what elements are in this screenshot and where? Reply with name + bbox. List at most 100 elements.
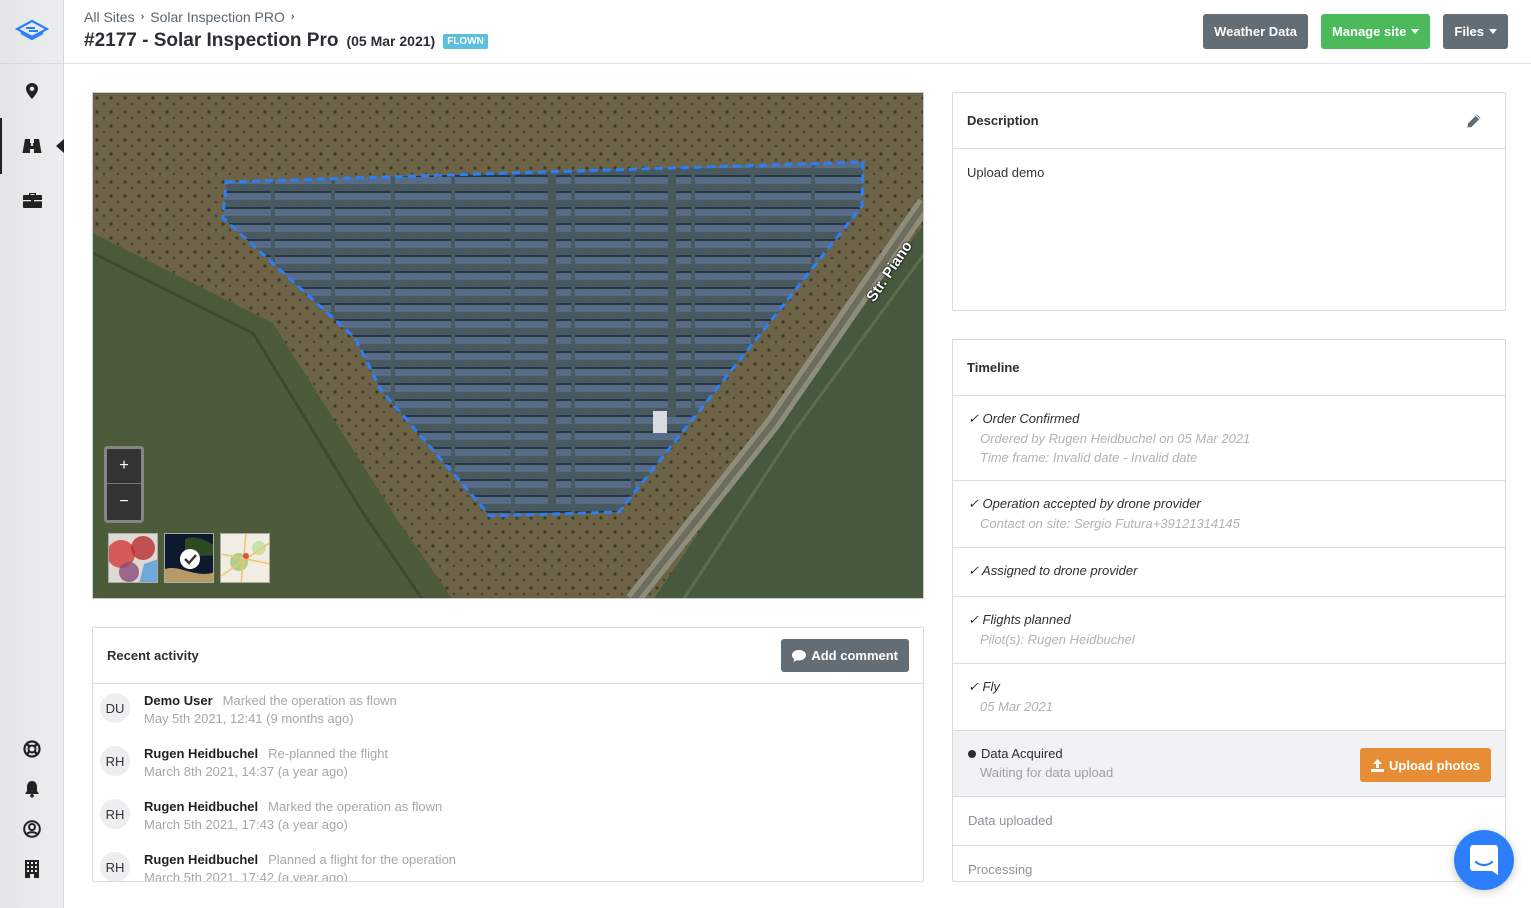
timeline-step-title: Data Acquired xyxy=(981,746,1063,761)
timeline-step-detail: Contact on site: Sergio Futura+391213141… xyxy=(980,516,1240,531)
caret-down-icon xyxy=(1489,29,1497,34)
operation-date: (05 Mar 2021) xyxy=(346,33,436,49)
caret-down-icon xyxy=(1411,29,1420,34)
app-logo[interactable] xyxy=(0,0,63,64)
check-icon: ✓ xyxy=(968,411,983,426)
timeline-step-detail: Pilot(s): Rugen Heidbuchel xyxy=(980,632,1135,647)
sidebar-item-organization[interactable] xyxy=(0,849,64,889)
activity-list: DU Demo User Marked the operation as flow… xyxy=(93,684,923,882)
upload-photos-button[interactable]: Upload photos xyxy=(1360,748,1491,782)
recent-activity-title: Recent activity xyxy=(107,648,199,663)
sidebar-item-portfolio[interactable] xyxy=(0,180,64,220)
sidebar xyxy=(0,0,64,908)
manage-site-button[interactable]: Manage site xyxy=(1320,14,1431,49)
page-title: #2177 - Solar Inspection Pro xyxy=(84,30,339,51)
activity-user: Rugen Heidbuchel xyxy=(144,746,259,761)
chevron-right-icon: › xyxy=(290,11,295,23)
timeline-step-title: Data uploaded xyxy=(968,813,1053,828)
check-icon: ✓ xyxy=(968,563,983,578)
layer-street[interactable] xyxy=(220,533,270,583)
chevron-right-icon: › xyxy=(140,11,145,23)
layer-satellite[interactable] xyxy=(164,533,214,583)
timeline-step: ✓ Order Confirmed Ordered by Rugen Heidb… xyxy=(953,396,1505,481)
avatar: RH xyxy=(100,852,130,881)
map-layer-switcher xyxy=(108,533,270,583)
timeline-title: Timeline xyxy=(967,360,1020,375)
add-comment-label: Add comment xyxy=(811,648,898,663)
binoculars-icon xyxy=(22,139,42,153)
timeline-step: ✓ Fly 05 Mar 2021 xyxy=(953,664,1505,731)
avatar: RH xyxy=(100,746,130,776)
breadcrumb-all-sites[interactable]: All Sites xyxy=(84,9,135,25)
bell-icon xyxy=(25,781,39,798)
timeline-step: ✓ Flights planned Pilot(s): Rugen Heidbu… xyxy=(953,597,1505,664)
breadcrumb-site[interactable]: Solar Inspection PRO xyxy=(150,9,285,25)
recent-activity-header: Recent activity Add comment xyxy=(93,628,923,684)
current-step-dot-icon xyxy=(968,750,976,758)
status-badge: FLOWN xyxy=(443,34,488,49)
timeline-step-title: Processing xyxy=(968,862,1033,877)
description-header: Description xyxy=(953,93,1505,149)
timeline-step-title: Operation accepted by drone provider xyxy=(982,496,1201,511)
activity-item: RH Rugen Heidbuchel Planned a flight for … xyxy=(93,843,923,882)
sidebar-item-notifications[interactable] xyxy=(0,769,64,809)
site-map[interactable]: Str. Piano + − xyxy=(92,92,924,599)
user-circle-icon xyxy=(23,820,41,838)
timeline-step-detail: 05 Mar 2021 xyxy=(980,699,1053,714)
timeline-step-pending: Processing xyxy=(953,846,1505,881)
activity-action: Marked the operation as flown xyxy=(222,693,397,708)
sidebar-item-operations[interactable] xyxy=(0,118,64,174)
files-label: Files xyxy=(1454,24,1484,39)
activity-user: Rugen Heidbuchel xyxy=(144,852,259,867)
activity-user: Demo User xyxy=(144,693,213,708)
sidebar-item-profile[interactable] xyxy=(0,809,64,849)
layer-hazard[interactable] xyxy=(108,533,158,583)
title-row: #2177 - Solar Inspection Pro (05 Mar 202… xyxy=(84,30,488,52)
recent-activity-panel: Recent activity Add comment DU Demo User… xyxy=(92,627,924,882)
sidebar-item-support[interactable] xyxy=(0,729,64,769)
activity-action: Planned a flight for the operation xyxy=(268,852,457,867)
upload-photos-label: Upload photos xyxy=(1389,757,1480,773)
check-icon: ✓ xyxy=(968,496,983,511)
timeline-step-pending: Data uploaded xyxy=(953,797,1505,846)
timeline-step-title: Fly xyxy=(982,679,1000,694)
activity-item: RH Rugen Heidbuchel Marked the operation … xyxy=(93,790,923,843)
description-body: Upload demo xyxy=(967,165,1045,180)
support-chat-button[interactable] xyxy=(1454,830,1514,890)
zoom-out-button[interactable]: − xyxy=(107,484,141,519)
activity-time: March 5th 2021, 17:42 (a year ago) xyxy=(144,870,348,882)
add-comment-button[interactable]: Add comment xyxy=(781,639,909,672)
check-icon: ✓ xyxy=(968,679,983,694)
activity-user: Rugen Heidbuchel xyxy=(144,799,259,814)
timeline-step-title: Order Confirmed xyxy=(982,411,1080,426)
satellite-imagery xyxy=(93,93,923,598)
comment-icon xyxy=(792,649,807,662)
upload-icon xyxy=(1371,758,1384,772)
timeline-header: Timeline xyxy=(953,340,1505,396)
map-zoom-control: + − xyxy=(104,446,144,523)
description-title: Description xyxy=(967,113,1039,128)
activity-time: March 5th 2021, 17:43 (a year ago) xyxy=(144,817,348,832)
activity-time: May 5th 2021, 12:41 (9 months ago) xyxy=(144,711,354,726)
breadcrumb: All Sites › Solar Inspection PRO › xyxy=(84,9,295,25)
manage-site-label: Manage site xyxy=(1331,24,1407,39)
weather-data-button[interactable]: Weather Data xyxy=(1203,14,1308,49)
activity-item: RH Rugen Heidbuchel Re-planned the flight… xyxy=(93,737,923,790)
page-header: All Sites › Solar Inspection PRO › #2177… xyxy=(64,0,1531,64)
zoom-in-button[interactable]: + xyxy=(107,449,141,484)
activity-action: Marked the operation as flown xyxy=(268,799,443,814)
weather-data-label: Weather Data xyxy=(1214,24,1297,39)
files-button[interactable]: Files xyxy=(1443,14,1508,49)
sidebar-item-sites[interactable] xyxy=(0,71,64,111)
timeline-step-title: Assigned to drone provider xyxy=(982,563,1138,578)
pencil-icon[interactable] xyxy=(1467,114,1481,128)
timeline-panel: Timeline ✓ Order Confirmed Ordered by Ru… xyxy=(952,339,1506,882)
timeline-step-title: Flights planned xyxy=(982,612,1071,627)
timeline-step: ✓ Operation accepted by drone provider C… xyxy=(953,481,1505,548)
timeline-step-detail: Ordered by Rugen Heidbuchel on 05 Mar 20… xyxy=(980,431,1251,446)
activity-item: DU Demo User Marked the operation as flow… xyxy=(93,684,923,737)
avatar: RH xyxy=(100,799,130,829)
chat-icon xyxy=(1470,845,1498,875)
timeline-step-detail: Time frame: Invalid date - Invalid date xyxy=(980,450,1198,465)
briefcase-icon xyxy=(22,193,42,208)
